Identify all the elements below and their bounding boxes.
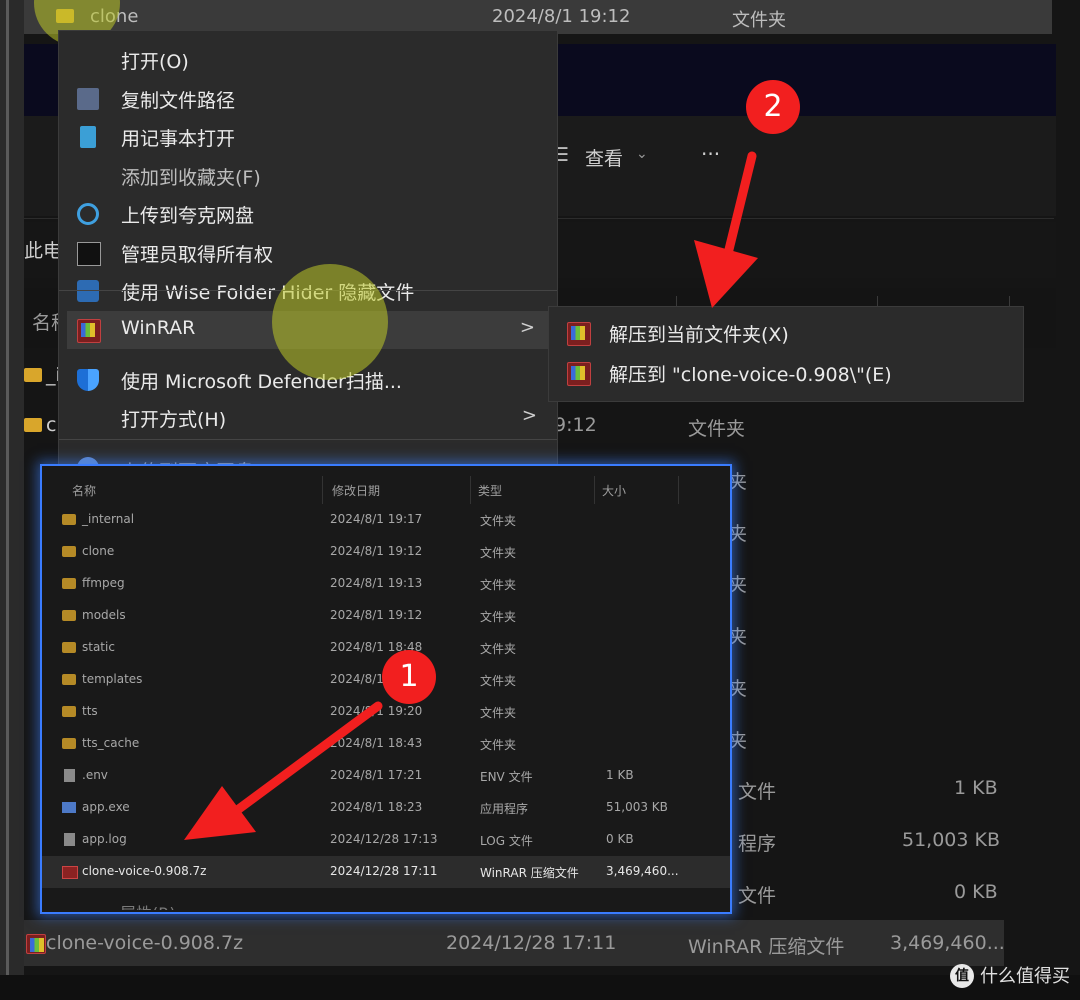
- watermark-logo: 值: [950, 964, 974, 988]
- arrow-to-submenu: [694, 151, 758, 308]
- arrow-to-archive: [184, 701, 383, 840]
- step-badge-1: 1: [382, 650, 436, 704]
- annotation-arrows: [184, 151, 758, 840]
- step-badge-2: 2: [746, 80, 800, 134]
- watermark-text: 什么值得买: [980, 966, 1070, 987]
